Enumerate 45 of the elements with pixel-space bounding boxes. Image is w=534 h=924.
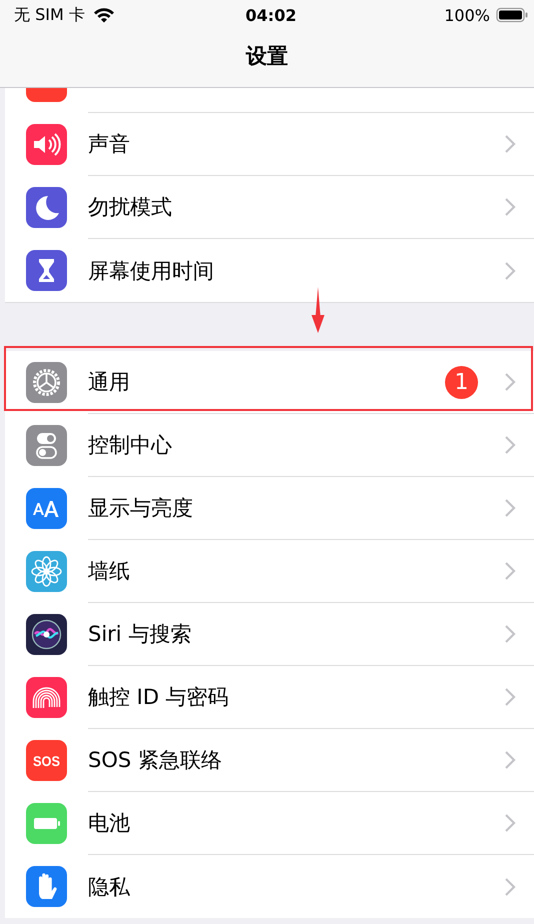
row-label: 触控 ID 与密码 xyxy=(88,684,229,711)
row-label: SOS 紧急联络 xyxy=(88,747,222,774)
row-label: 屏幕使用时间 xyxy=(88,258,214,284)
chevron-icon xyxy=(504,498,516,518)
row-label: 通用 xyxy=(88,369,130,396)
count-badge: 1 xyxy=(445,366,478,398)
chevron-icon xyxy=(504,750,516,770)
chevron-icon xyxy=(504,197,516,217)
settings-row[interactable]: 勿扰模式 xyxy=(5,176,534,239)
settings-row[interactable]: SOS SOS 紧急联络 xyxy=(5,729,534,792)
settings-row[interactable]: 声音 xyxy=(5,113,534,176)
chevron-icon xyxy=(504,134,516,154)
row-label: 控制中心 xyxy=(88,432,172,459)
chevron-icon xyxy=(504,372,516,392)
row-label: 勿扰模式 xyxy=(88,194,172,221)
chevron-icon xyxy=(504,687,516,707)
row-label: 隐私 xyxy=(88,874,130,900)
settings-row[interactable]: 显示与亮度 xyxy=(5,477,534,540)
battery-icon xyxy=(496,7,528,23)
arrow-icon xyxy=(311,287,325,333)
chevron-icon xyxy=(504,624,516,644)
settings-row[interactable]: 控制中心 xyxy=(5,414,534,477)
clock-text: 04:02 xyxy=(246,6,296,24)
row-label: Siri 与搜索 xyxy=(88,621,192,648)
chevron-icon xyxy=(504,561,516,581)
chevron-icon xyxy=(504,876,516,896)
settings-row[interactable]: 通用 1 xyxy=(5,351,534,414)
settings-row[interactable]: 电池 xyxy=(5,792,534,855)
battery-percent: 100% xyxy=(444,6,490,24)
sos-icon: SOS xyxy=(26,740,67,781)
chevron-icon xyxy=(504,435,516,455)
page-title: 设置 xyxy=(246,42,288,70)
row-label: 墙纸 xyxy=(88,558,130,585)
wifi-icon xyxy=(92,7,115,23)
settings-row[interactable]: 隐私 xyxy=(5,855,534,918)
settings-row[interactable]: Siri 与搜索 xyxy=(5,603,534,666)
carrier-text: 无 SIM 卡 xyxy=(14,4,85,26)
settings-row[interactable]: 触控 ID 与密码 xyxy=(5,666,534,729)
settings-row[interactable]: 墙纸 xyxy=(5,540,534,603)
chevron-icon xyxy=(504,260,516,280)
row-label: 电池 xyxy=(88,810,130,837)
chevron-icon xyxy=(504,813,516,833)
row-label: 显示与亮度 xyxy=(88,495,193,522)
row-label: 声音 xyxy=(88,131,130,158)
settings-row[interactable]: 屏幕使用时间 xyxy=(5,239,534,302)
